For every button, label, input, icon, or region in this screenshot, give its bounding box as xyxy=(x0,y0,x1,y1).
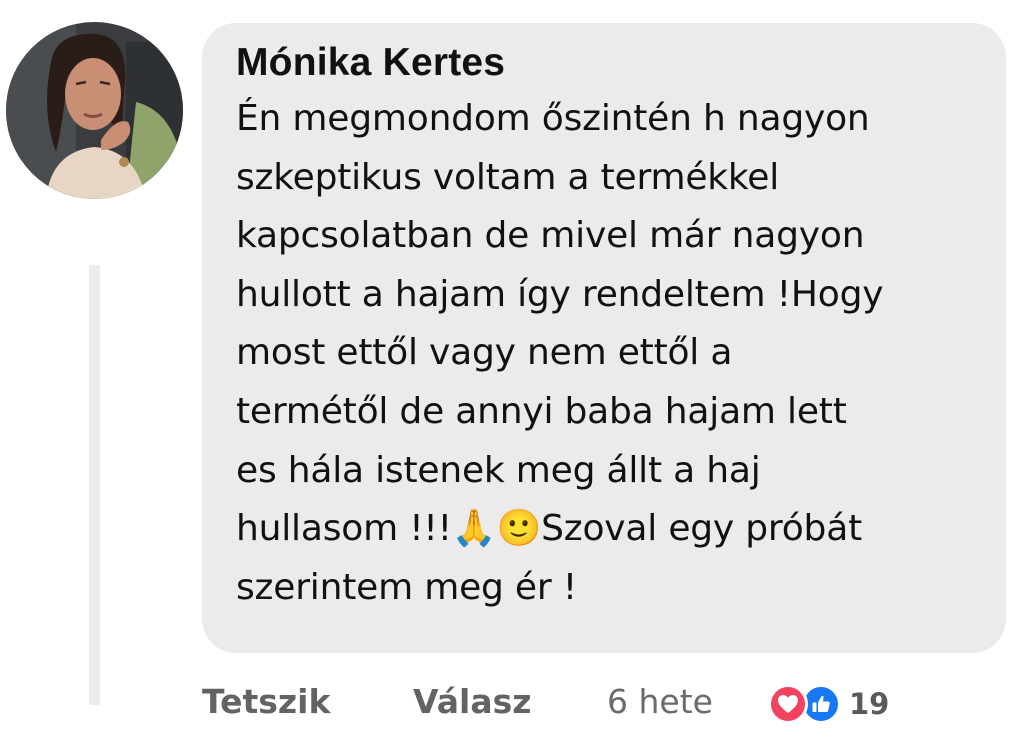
reaction-count: 19 xyxy=(849,687,890,721)
love-icon xyxy=(768,684,808,724)
comment-bubble: Mónika Kertes Én megmondom őszintén h na… xyxy=(202,23,1006,653)
comment-text: Én megmondom őszintén h nagyon szkeptiku… xyxy=(236,98,884,608)
comment-author[interactable]: Mónika Kertes xyxy=(236,39,972,87)
comment-timestamp[interactable]: 6 hete xyxy=(607,680,713,724)
comment-container: Mónika Kertes Én megmondom őszintén h na… xyxy=(0,0,1024,750)
avatar-photo xyxy=(6,22,183,199)
comment-actions: Tetszik Válasz 6 hete 19 xyxy=(0,680,1024,726)
thread-line xyxy=(89,265,100,705)
avatar[interactable] xyxy=(6,22,183,199)
like-button[interactable]: Tetszik xyxy=(202,680,330,724)
reactions-summary[interactable]: 19 xyxy=(768,682,889,726)
reply-button[interactable]: Válasz xyxy=(413,680,531,724)
